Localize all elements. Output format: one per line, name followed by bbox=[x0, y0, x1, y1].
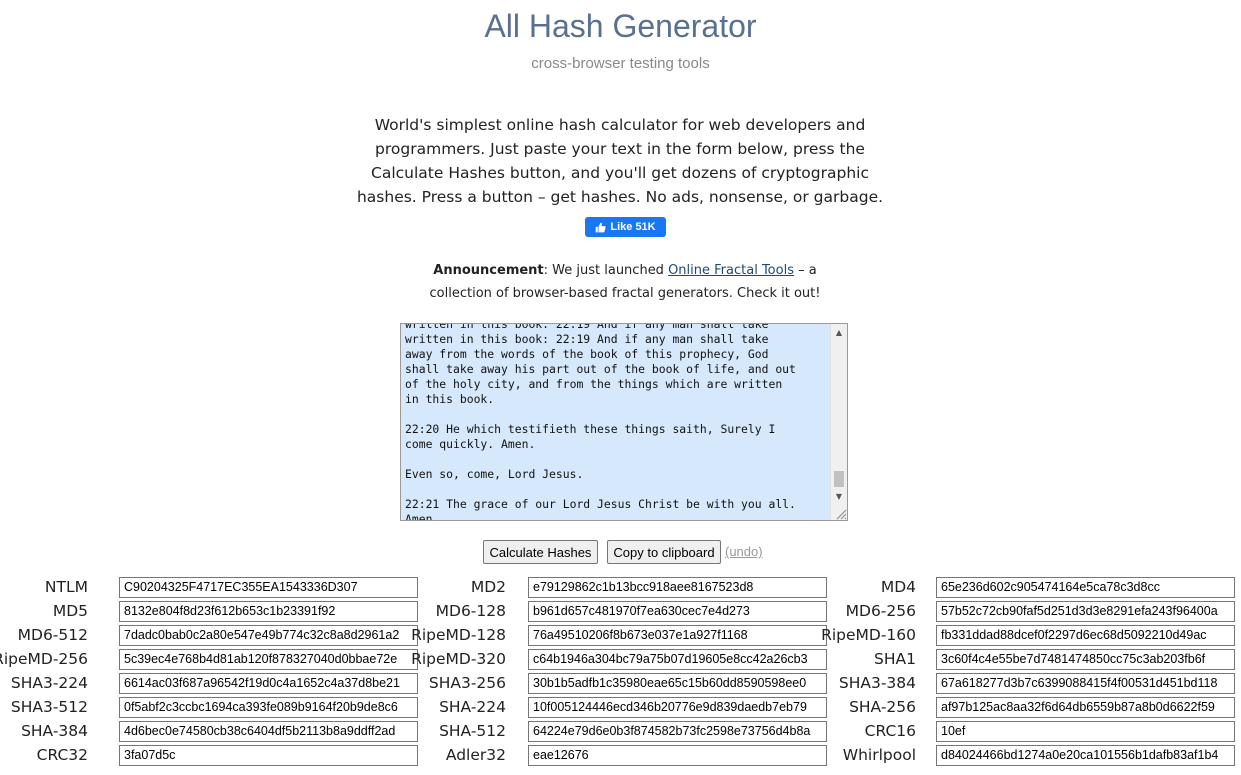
sha3-256-label: SHA3-256 bbox=[428, 674, 506, 692]
whirlpool-label: Whirlpool bbox=[842, 746, 916, 764]
ripemd-256-field[interactable]: 5c39ec4e768b4d81ab120f878327040d0bbae72e bbox=[119, 649, 418, 670]
sha3-512-field[interactable]: 0f5abf2c3ccbc1694ca393fe089b9164f20b9de8… bbox=[119, 697, 418, 718]
ntlm-label: NTLM bbox=[44, 578, 88, 596]
announcement: Announcement: We just launched Online Fr… bbox=[420, 259, 830, 305]
md6-512-field[interactable]: 7dadc0bab0c2a80e547e49b774c32c8a8d2961a2 bbox=[119, 625, 418, 646]
scroll-up-arrow-icon[interactable]: ▲ bbox=[831, 324, 847, 340]
md5-field[interactable]: 8132e804f8d23f612b653c1b23391f92 bbox=[119, 601, 418, 622]
md2-label: MD2 bbox=[470, 578, 506, 596]
sha3-224-label: SHA3-224 bbox=[10, 674, 88, 692]
scrollbar-thumb[interactable] bbox=[834, 471, 844, 487]
crc16-label: CRC16 bbox=[864, 722, 916, 740]
scroll-down-arrow-icon[interactable]: ▼ bbox=[831, 488, 847, 504]
sha-384-label: SHA-384 bbox=[21, 722, 88, 740]
resize-grip-icon[interactable] bbox=[833, 506, 847, 520]
sha3-256-field[interactable]: 30b1b5adfb1c35980eae65c15b60dd8590598ee0 bbox=[528, 673, 827, 694]
sha3-224-field[interactable]: 6614ac03f687a96542f19d0c4a1652c4a37d8be2… bbox=[119, 673, 418, 694]
calculate-hashes-button[interactable]: Calculate Hashes bbox=[483, 540, 598, 564]
ntlm-field[interactable]: C90204325F4717EC355EA1543336D307 bbox=[119, 577, 418, 598]
ripemd-128-field[interactable]: 76a49510206f8b673e037e1a927f1168 bbox=[528, 625, 827, 646]
sha3-512-label: SHA3-512 bbox=[10, 698, 88, 716]
sha-384-field[interactable]: 4d6bec0e74580cb38c6404df5b2113b8a9ddff2a… bbox=[119, 721, 418, 742]
undo-link[interactable]: (undo) bbox=[725, 544, 763, 559]
sha-224-field[interactable]: 10f005124446ecd346b20776e9d839daedb7eb79 bbox=[528, 697, 827, 718]
sha-512-label: SHA-512 bbox=[439, 722, 506, 740]
sha-256-label: SHA-256 bbox=[849, 698, 916, 716]
sha3-384-label: SHA3-384 bbox=[838, 674, 916, 692]
page-subtitle: cross-browser testing tools bbox=[531, 55, 710, 72]
adler32-label: Adler32 bbox=[445, 746, 506, 764]
md2-field[interactable]: e79129862c1b13bcc918aee8167523d8 bbox=[528, 577, 827, 598]
md6-128-field[interactable]: b961d657c481970f7ea630cec7e4d273 bbox=[528, 601, 827, 622]
ripemd-320-field[interactable]: c64b1946a304bc79a75b07d19605e8cc42a26cb3 bbox=[528, 649, 827, 670]
md4-field[interactable]: 65e236d602c905474164e5ca78c3d8cc bbox=[936, 577, 1235, 598]
announcement-label: Announcement bbox=[433, 263, 544, 278]
thumbs-up-icon bbox=[596, 222, 607, 232]
page-title: All Hash Generator bbox=[484, 8, 757, 44]
whirlpool-field[interactable]: d84024466bd1274a0e20ca101556b1dafb83af1b… bbox=[936, 745, 1235, 766]
md4-label: MD4 bbox=[880, 578, 916, 596]
crc32-label: CRC32 bbox=[36, 746, 88, 764]
ripemd-160-field[interactable]: fb331ddad88dcef0f2297d6ec68d5092210d49ac bbox=[936, 625, 1235, 646]
sha3-384-field[interactable]: 67a618277d3b7c6399088415f4f00531d451bd11… bbox=[936, 673, 1235, 694]
crc16-field[interactable]: 10ef bbox=[936, 721, 1235, 742]
md6-128-label: MD6-128 bbox=[435, 602, 506, 620]
online-fractal-tools-link[interactable]: Online Fractal Tools bbox=[668, 263, 794, 278]
crc32-field[interactable]: 3fa07d5c bbox=[119, 745, 418, 766]
intro-text: World's simplest online hash calculator … bbox=[356, 116, 884, 206]
ripemd-128-label: RipeMD-128 bbox=[411, 626, 506, 644]
md6-512-label: MD6-512 bbox=[17, 626, 88, 644]
like-button-label: Like 51K bbox=[610, 221, 656, 233]
ripemd-160-label: RipeMD-160 bbox=[821, 626, 916, 644]
copy-to-clipboard-button[interactable]: Copy to clipboard bbox=[607, 540, 721, 564]
input-textarea[interactable]: written in this book: 22:19 And if any m… bbox=[400, 323, 848, 521]
ripemd-256-label: RipeMD-256 bbox=[0, 650, 88, 668]
input-textarea-text: written in this book: 22:19 And if any m… bbox=[405, 323, 796, 521]
facebook-like-button[interactable]: Like 51K bbox=[585, 217, 666, 237]
md6-256-label: MD6-256 bbox=[845, 602, 916, 620]
textarea-scrollbar[interactable]: ▲ ▼ bbox=[830, 324, 847, 520]
sha-224-label: SHA-224 bbox=[439, 698, 506, 716]
md6-256-field[interactable]: 57b52c72cb90faf5d251d3d3e8291efa243f9640… bbox=[936, 601, 1235, 622]
sha1-field[interactable]: 3c60f4c4e55be7d7481474850cc75c3ab203fb6f bbox=[936, 649, 1235, 670]
sha1-label: SHA1 bbox=[874, 650, 916, 668]
sha-512-field[interactable]: 64224e79d6e0b3f874582b73fc2598e73756d4b8… bbox=[528, 721, 827, 742]
ripemd-320-label: RipeMD-320 bbox=[411, 650, 506, 668]
adler32-field[interactable]: eae12676 bbox=[528, 745, 827, 766]
md5-label: MD5 bbox=[52, 602, 88, 620]
announcement-text-before: : We just launched bbox=[543, 263, 669, 278]
sha-256-field[interactable]: af97b125ac8aa32f6d64db6559b87a8b0d6622f5… bbox=[936, 697, 1235, 718]
